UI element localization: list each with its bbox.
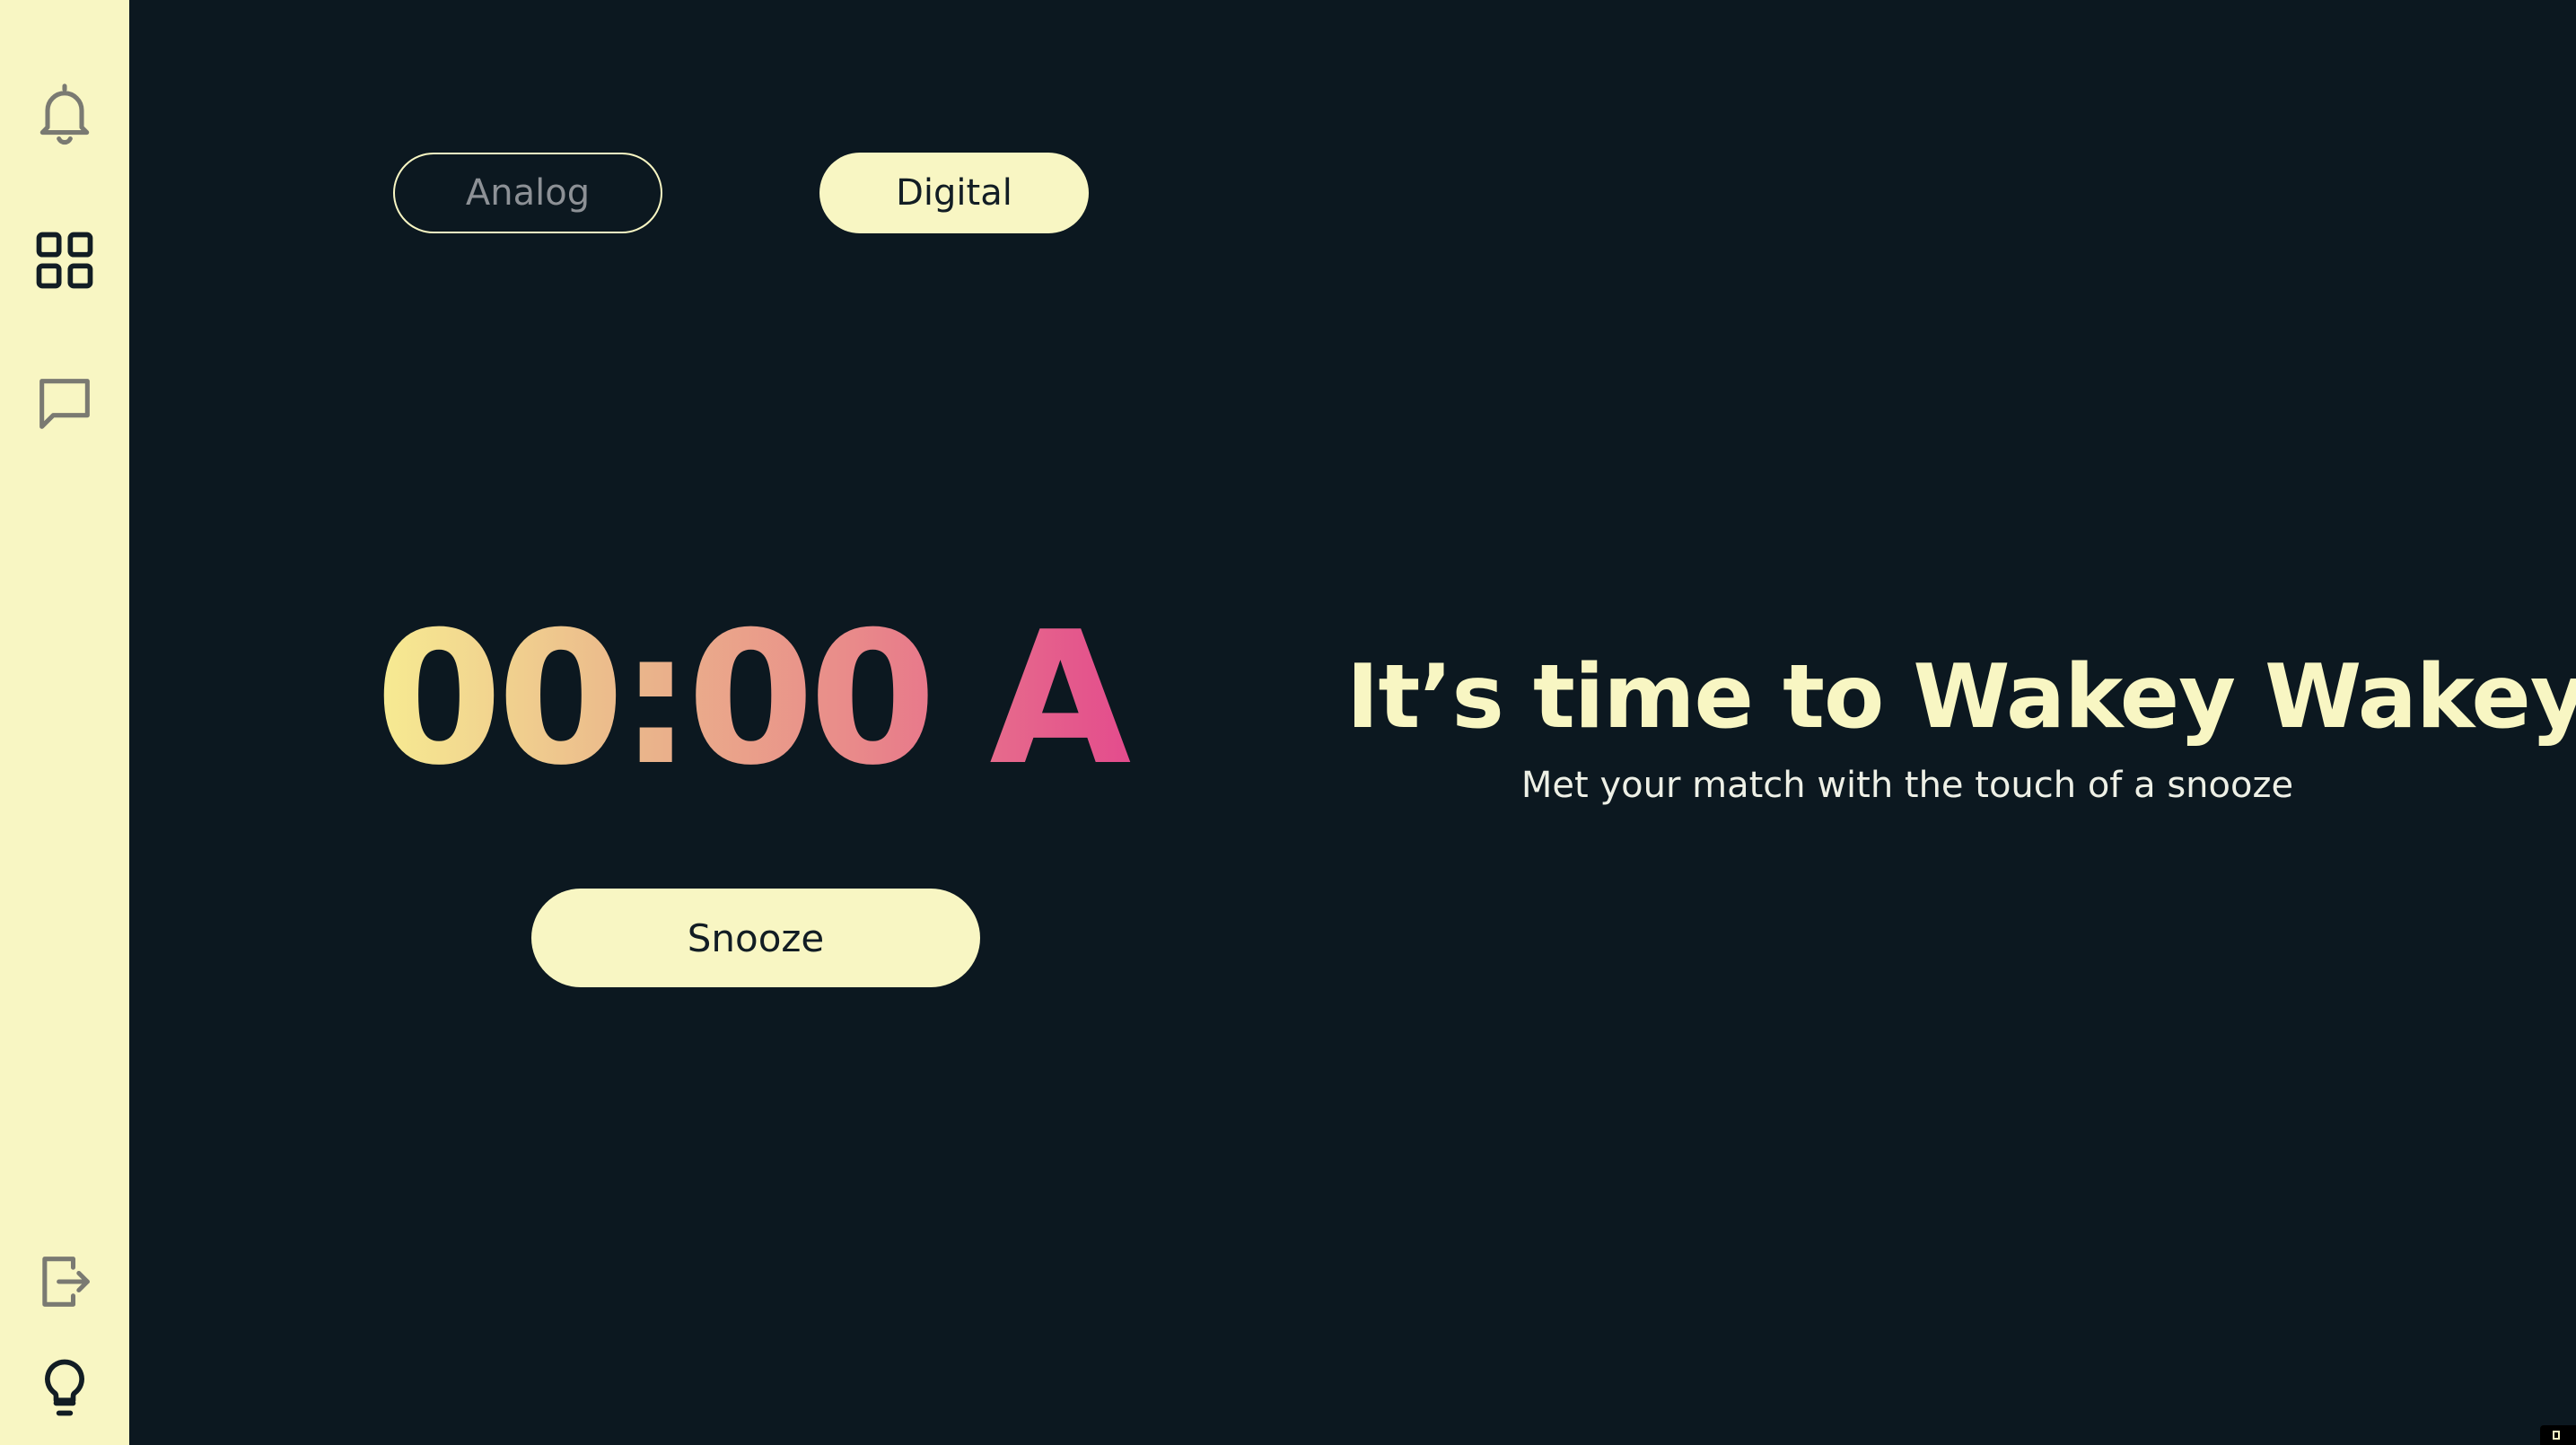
digital-toggle-button[interactable]: Digital	[819, 153, 1089, 233]
corner-indicator	[2540, 1425, 2576, 1445]
sidebar	[0, 0, 129, 1445]
sidebar-item-logout[interactable]	[22, 1239, 108, 1325]
corner-indicator-icon	[2553, 1431, 2560, 1440]
logout-icon	[42, 1257, 90, 1307]
app-window: Analog Digital 00:00 AM Snooze It’s time…	[0, 0, 2576, 1445]
grid-icon	[36, 232, 93, 289]
analog-toggle-button[interactable]: Analog	[393, 153, 662, 233]
chat-icon	[39, 379, 90, 429]
sidebar-item-dashboard[interactable]	[22, 217, 108, 303]
sidebar-item-alarms[interactable]	[22, 70, 108, 156]
sidebar-item-tips[interactable]	[22, 1344, 108, 1431]
page-tagline: Met your match with the touch of a snooz…	[1520, 765, 2294, 806]
bell-icon	[39, 83, 90, 145]
snooze-button[interactable]: Snooze	[531, 889, 980, 987]
lightbulb-icon	[45, 1359, 84, 1416]
digital-clock-display: 00:00 AM	[375, 593, 1308, 806]
page-headline: It’s time to Wakey Wakey	[1346, 646, 2576, 749]
sidebar-item-messages[interactable]	[22, 361, 108, 447]
